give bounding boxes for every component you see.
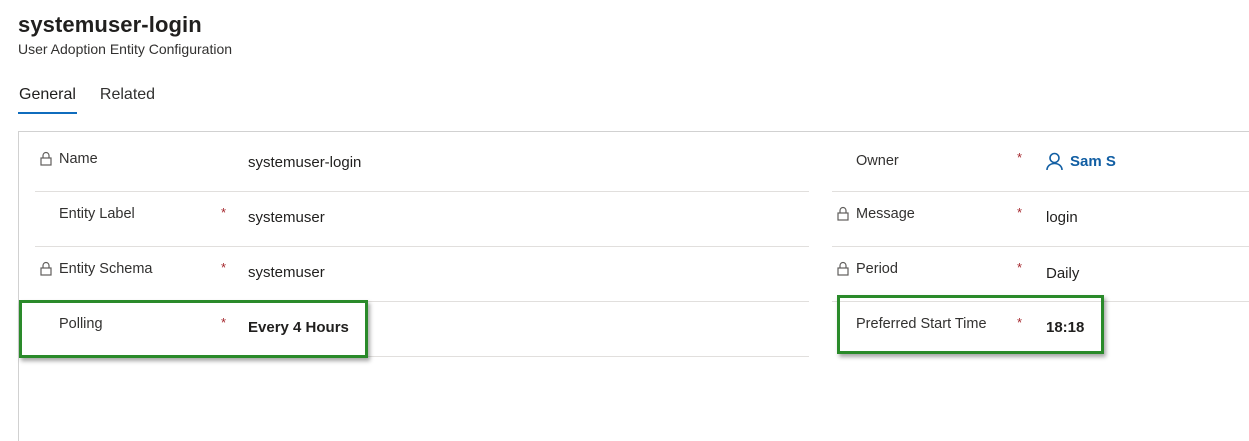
required-marker: * — [221, 205, 227, 220]
owner-lookup-link[interactable]: Sam S — [1046, 152, 1116, 171]
tab-bar: General Related — [18, 84, 178, 114]
field-label-message: Message — [856, 206, 915, 222]
field-row-entity-label: Entity Label * systemuser — [35, 192, 809, 247]
field-label-owner: Owner — [856, 153, 899, 169]
field-label-name: Name — [59, 151, 98, 167]
page-title: systemuser-login — [18, 12, 202, 37]
owner-name: Sam S — [1070, 153, 1116, 170]
field-value-name[interactable]: systemuser-login — [248, 154, 361, 171]
field-value-message[interactable]: login — [1046, 209, 1078, 226]
field-label-entity-label: Entity Label — [59, 206, 135, 222]
form-section: Name systemuser-login Entity Label * sys… — [18, 131, 1249, 441]
field-value-period[interactable]: Daily — [1046, 265, 1079, 282]
field-value-entity-schema[interactable]: systemuser — [248, 264, 325, 281]
lock-icon — [40, 151, 52, 166]
field-value-entity-label[interactable]: systemuser — [248, 209, 325, 226]
required-marker: * — [1017, 260, 1023, 275]
page-subtitle: User Adoption Entity Configuration — [18, 41, 233, 57]
field-row-message: Message * login — [832, 192, 1249, 247]
lock-icon — [837, 261, 849, 276]
tab-related[interactable]: Related — [99, 84, 156, 114]
required-marker: * — [1017, 150, 1023, 165]
field-row-owner: Owner * Sam S — [832, 137, 1249, 192]
field-label-period: Period — [856, 261, 898, 277]
field-label-entity-schema: Entity Schema — [59, 261, 153, 277]
highlight-box-polling — [19, 300, 368, 358]
tab-general[interactable]: General — [18, 84, 77, 114]
field-row-entity-schema: Entity Schema * systemuser — [35, 247, 809, 302]
lock-icon — [837, 206, 849, 221]
required-marker: * — [1017, 205, 1023, 220]
required-marker: * — [221, 260, 227, 275]
lock-icon — [40, 261, 52, 276]
field-row-period: Period * Daily — [832, 247, 1249, 302]
field-row-name: Name systemuser-login — [35, 137, 809, 192]
highlight-box-preferred-start-time — [837, 295, 1104, 354]
person-icon — [1046, 152, 1063, 171]
